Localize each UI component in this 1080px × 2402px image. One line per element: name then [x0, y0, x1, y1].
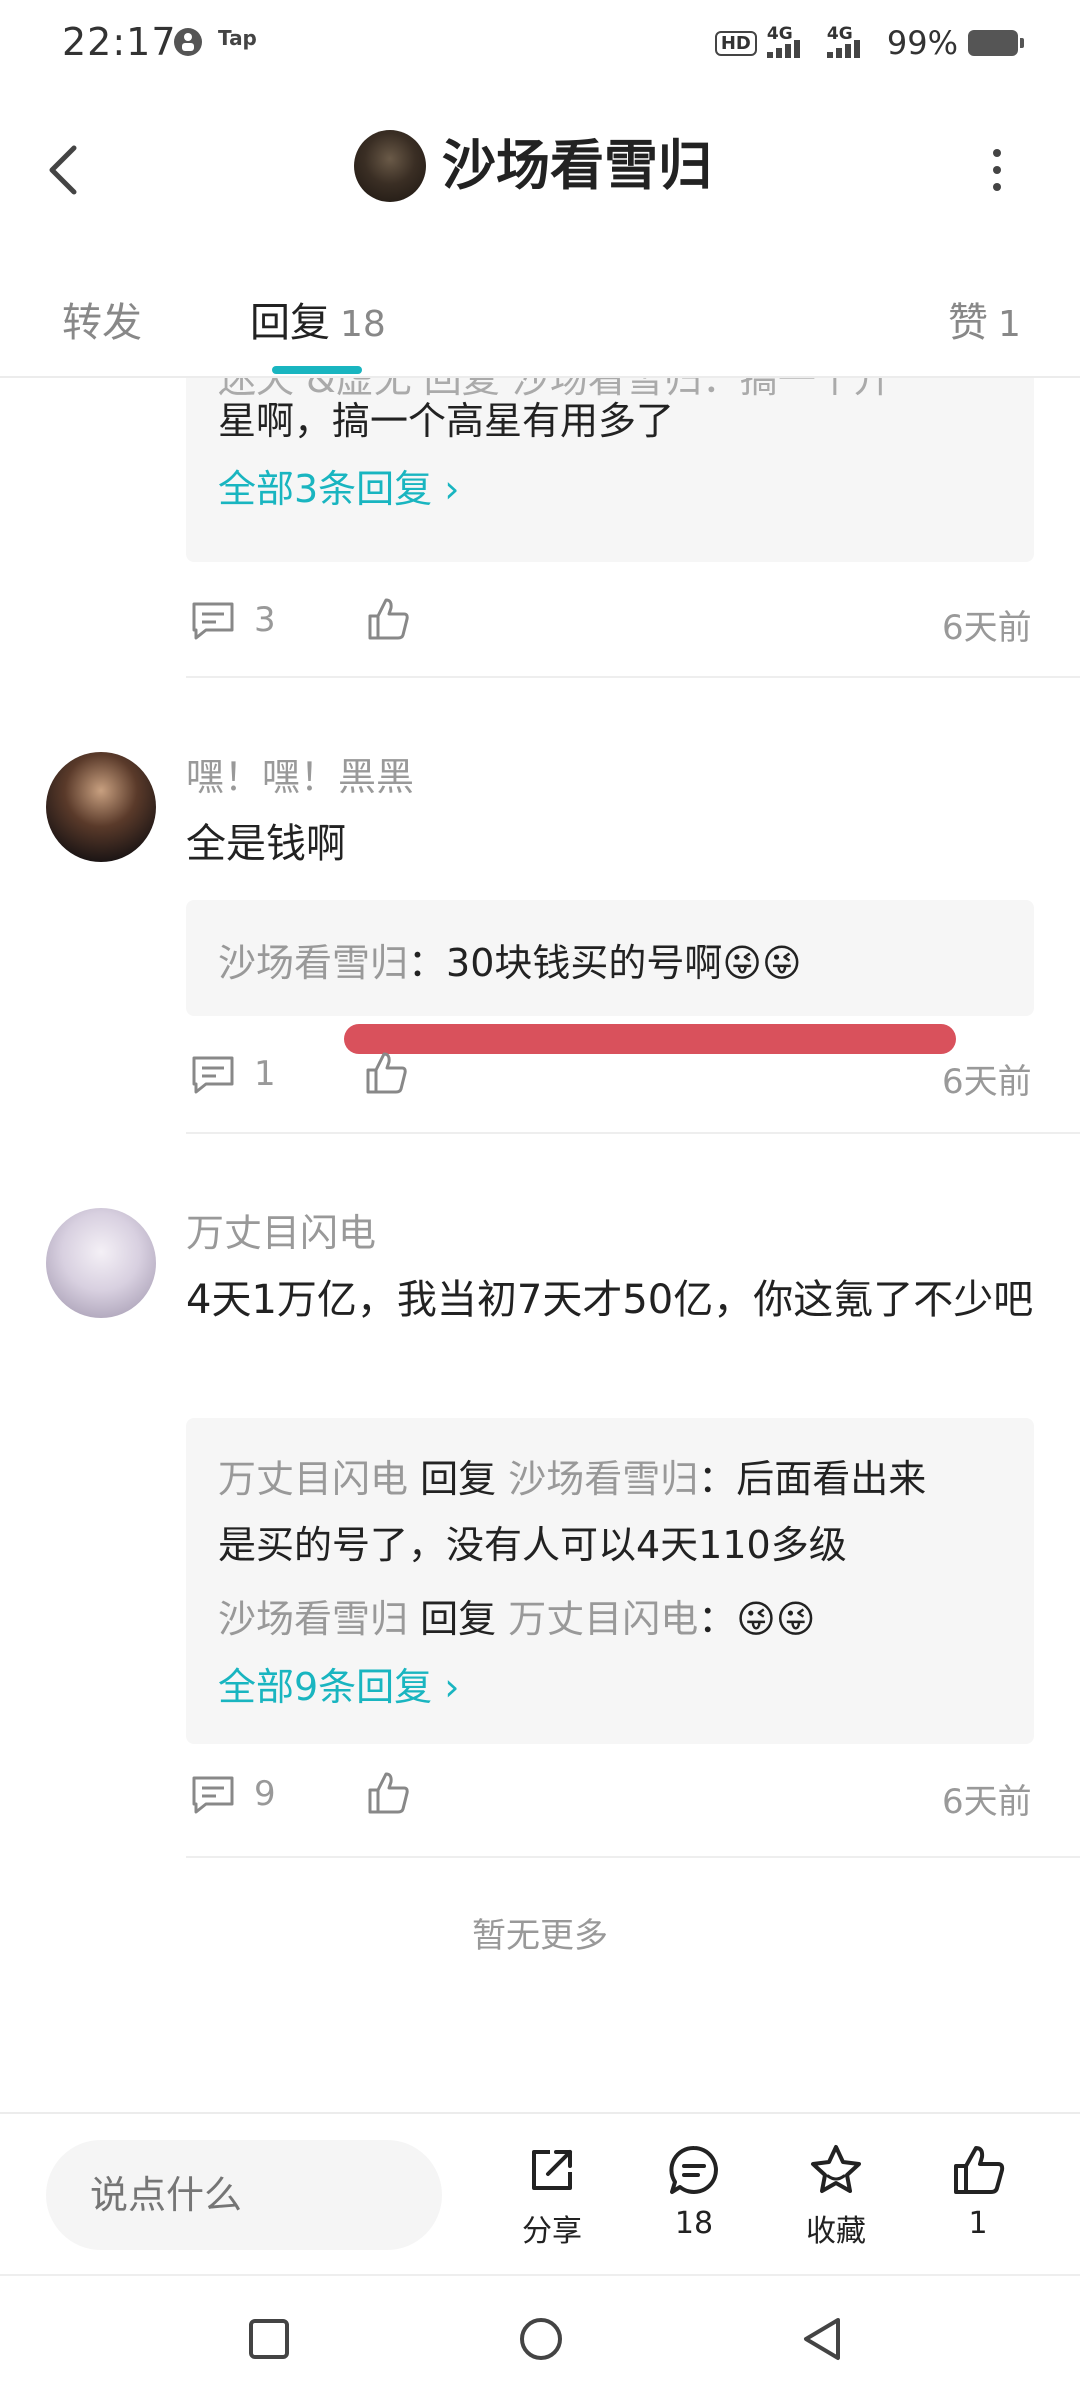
username[interactable]: 万丈目闪电: [186, 1202, 376, 1257]
back-nav-icon[interactable]: [798, 2314, 844, 2364]
divider: [186, 676, 1080, 678]
bottom-action-bar: 分享 18 收藏 1: [0, 2112, 1080, 2274]
more-options-button[interactable]: [985, 145, 1009, 195]
chevron-left-icon: [49, 145, 77, 195]
tab-forward[interactable]: 转发: [62, 290, 142, 348]
like-icon[interactable]: [366, 596, 410, 642]
comment-time: 6天前: [942, 1062, 1032, 1102]
comment-text: 4天1万亿，我当初7天才50亿，你这氪了不少吧: [186, 1277, 1034, 1323]
reply-line: 星啊，搞一个高星有用多了: [218, 399, 675, 443]
comment-time: 6天前: [942, 1782, 1032, 1822]
reply-box[interactable]: 迷天 &虚无 回复 沙场看雪归：搞一个升 星啊，搞一个高星有用多了 全部3条回复…: [186, 378, 1034, 562]
reply-box[interactable]: 沙场看雪归：30块钱买的号啊😜😜: [186, 900, 1034, 1016]
app-notification-icon: [172, 26, 204, 62]
tab-like[interactable]: 赞1: [948, 290, 1021, 348]
reply-line: 万丈目闪电 回复 沙场看雪归：后面看出来: [218, 1457, 927, 1501]
comment-input[interactable]: [46, 2140, 442, 2250]
comment-icon[interactable]: [190, 600, 236, 642]
user-avatar[interactable]: [46, 1208, 156, 1318]
active-tab-indicator: [272, 366, 362, 374]
system-nav-bar: [0, 2274, 1080, 2402]
like-icon[interactable]: [366, 1770, 410, 1816]
reply-line: 沙场看雪归 回复 万丈目闪电：😜😜: [218, 1597, 816, 1641]
user-avatar[interactable]: [46, 752, 156, 862]
favorite-button[interactable]: 收藏: [776, 2142, 896, 2250]
view-all-replies-link[interactable]: 全部9条回复 ›: [218, 1656, 459, 1711]
comment-icon[interactable]: [190, 1054, 236, 1096]
signal-icon-1: 4G: [766, 24, 817, 60]
hd-icon: HD: [714, 30, 757, 56]
comment-list[interactable]: 迷天 &虚无 回复 沙场看雪归：搞一个升 星啊，搞一个高星有用多了 全部3条回复…: [0, 378, 1080, 2108]
author-avatar[interactable]: [354, 130, 426, 202]
star-icon: [811, 2145, 861, 2193]
comment-text: 全是钱啊: [186, 821, 346, 867]
comment-bubble-icon: [669, 2145, 718, 2194]
divider: [186, 1856, 1080, 1858]
view-all-replies-link[interactable]: 全部3条回复 ›: [218, 458, 459, 513]
thumbs-up-icon: [954, 2146, 1005, 2194]
reply-count: 3: [254, 600, 276, 640]
reply-count: 1: [254, 1054, 276, 1094]
reply-line: 沙场看雪归：30块钱买的号啊😜😜: [218, 941, 802, 985]
like-button[interactable]: 1: [918, 2142, 1038, 2241]
tab-reply[interactable]: 回复 18: [250, 290, 386, 348]
divider: [186, 1132, 1080, 1134]
status-bar: 22:17 Tap HD 4G 4G 99%: [0, 0, 1080, 90]
username[interactable]: 嘿！嘿！黑黑: [186, 746, 414, 801]
battery-percent: 99%: [886, 24, 958, 62]
more-icon: [993, 149, 1001, 157]
battery-icon: [968, 30, 1024, 56]
comments-button[interactable]: 18: [634, 2142, 754, 2241]
reply-count: 9: [254, 1774, 276, 1814]
status-time: 22:17: [62, 20, 177, 64]
comment-icon[interactable]: [190, 1774, 236, 1816]
comment-time: 6天前: [942, 608, 1032, 648]
tap-icon: Tap: [218, 26, 257, 50]
share-button[interactable]: 分享: [492, 2142, 612, 2250]
no-more-label: 暂无更多: [472, 1916, 608, 1956]
back-button[interactable]: [40, 140, 90, 200]
like-icon[interactable]: [364, 1050, 408, 1096]
signal-icon-2: 4G: [826, 24, 877, 60]
recent-apps-icon[interactable]: [246, 2316, 292, 2362]
tab-bar: 转发 回复 18 赞1: [0, 270, 1080, 378]
page-title: 沙场看雪归: [442, 134, 712, 197]
highlight-stroke: [344, 1024, 956, 1054]
status-right: HD 4G 4G 99%: [714, 24, 1024, 62]
share-icon: [532, 2150, 572, 2190]
reply-line-cont: 是买的号了，没有人可以4天110多级: [218, 1523, 847, 1567]
reply-box[interactable]: 万丈目闪电 回复 沙场看雪归：后面看出来 是买的号了，没有人可以4天110多级 …: [186, 1418, 1034, 1744]
home-icon[interactable]: [516, 2314, 566, 2364]
